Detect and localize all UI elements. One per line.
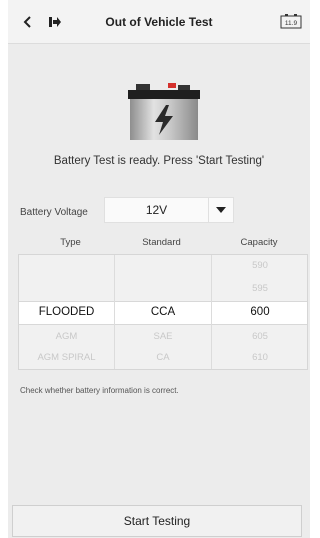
column-header-standard: Standard — [142, 237, 181, 248]
hint-text: Check whether battery information is cor… — [20, 386, 179, 395]
standard-option[interactable]: CA — [115, 352, 211, 363]
capacity-option[interactable]: 605 — [212, 331, 308, 342]
column-header-type: Type — [60, 237, 81, 248]
type-option[interactable]: AGM SPIRAL — [19, 352, 114, 363]
start-testing-button[interactable]: Start Testing — [12, 505, 302, 537]
capacity-option[interactable]: 590 — [212, 260, 308, 271]
standard-option[interactable]: SAE — [115, 331, 211, 342]
battery-voltage-select[interactable]: 12V — [104, 197, 208, 223]
type-option[interactable]: AGM — [19, 331, 114, 342]
battery-spec-picker[interactable]: FLOODED AGM AGM SPIRAL CCA SAE CA 590 59… — [18, 254, 308, 370]
voltage-dropdown-button[interactable] — [208, 197, 234, 223]
battery-voltage-label: Battery Voltage — [20, 207, 88, 218]
battery-indicator-value: 11.9 — [285, 20, 298, 27]
type-option-selected[interactable]: FLOODED — [19, 306, 114, 318]
standard-option-selected[interactable]: CCA — [115, 306, 211, 318]
battery-illustration-icon — [122, 82, 206, 142]
title-bar: Out of Vehicle Test 11.9 — [8, 0, 310, 44]
caret-down-icon — [216, 206, 226, 213]
column-header-capacity: Capacity — [240, 237, 278, 248]
page-title: Out of Vehicle Test — [105, 15, 213, 29]
capacity-option[interactable]: 610 — [212, 352, 308, 363]
battery-voltage-indicator: 11.9 — [280, 13, 302, 29]
capacity-option[interactable]: 595 — [212, 283, 308, 294]
ready-message: Battery Test is ready. Press 'Start Test… — [53, 155, 265, 167]
capacity-option-selected[interactable]: 600 — [212, 306, 308, 318]
app-frame: Out of Vehicle Test 11.9 Battery Test is… — [8, 0, 310, 538]
